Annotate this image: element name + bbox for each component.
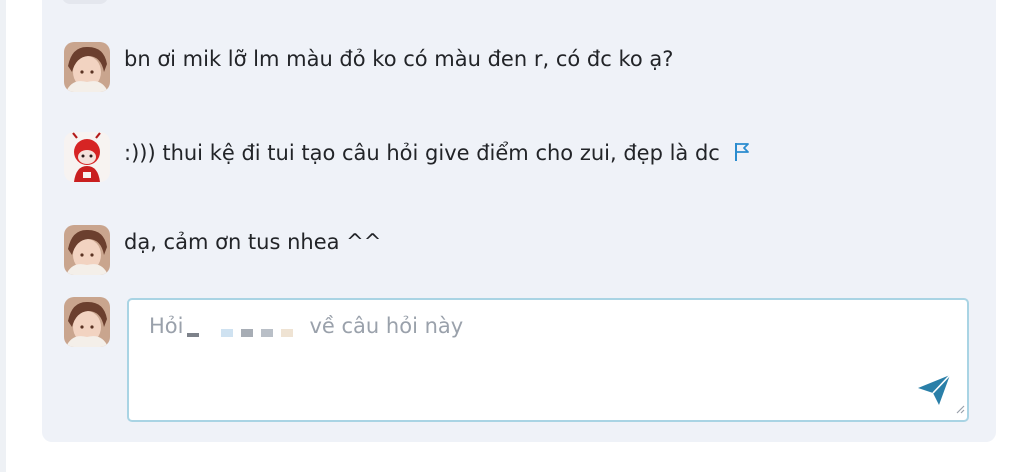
previous-comment-avatar-stub <box>62 0 108 4</box>
placeholder-prefix: Hỏi <box>149 314 184 338</box>
placeholder-suffix: về câu hỏi này <box>309 314 464 338</box>
comment-item: :))) thui kệ đi tui tạo câu hỏi give điể… <box>64 132 750 182</box>
user-avatar-icon[interactable] <box>64 225 110 275</box>
send-icon[interactable] <box>917 374 951 410</box>
comment-text: :))) thui kệ đi tui tạo câu hỏi give điể… <box>124 138 750 170</box>
user-avatar-icon[interactable] <box>64 42 110 92</box>
comment-text-content: :))) thui kệ đi tui tạo câu hỏi give điể… <box>124 141 720 165</box>
page-left-edge <box>0 0 6 472</box>
user-avatar-icon[interactable] <box>64 132 110 182</box>
reply-input[interactable]: Hỏi về câu hỏi này <box>127 298 969 422</box>
flag-icon[interactable] <box>734 140 750 170</box>
comment-item: dạ, cảm ơn tus nhea ^^ <box>64 225 381 275</box>
redacted-username <box>187 315 301 337</box>
comment-text: bn ơi mik lỡ lm màu đỏ ko có màu đen r, … <box>124 47 674 71</box>
comment-item: bn ơi mik lỡ lm màu đỏ ko có màu đen r, … <box>64 42 673 92</box>
resize-grip-icon[interactable] <box>955 399 965 418</box>
current-user-avatar-icon <box>64 297 110 347</box>
comment-text: dạ, cảm ơn tus nhea ^^ <box>124 230 382 254</box>
reply-placeholder: Hỏi về câu hỏi này <box>149 314 463 338</box>
